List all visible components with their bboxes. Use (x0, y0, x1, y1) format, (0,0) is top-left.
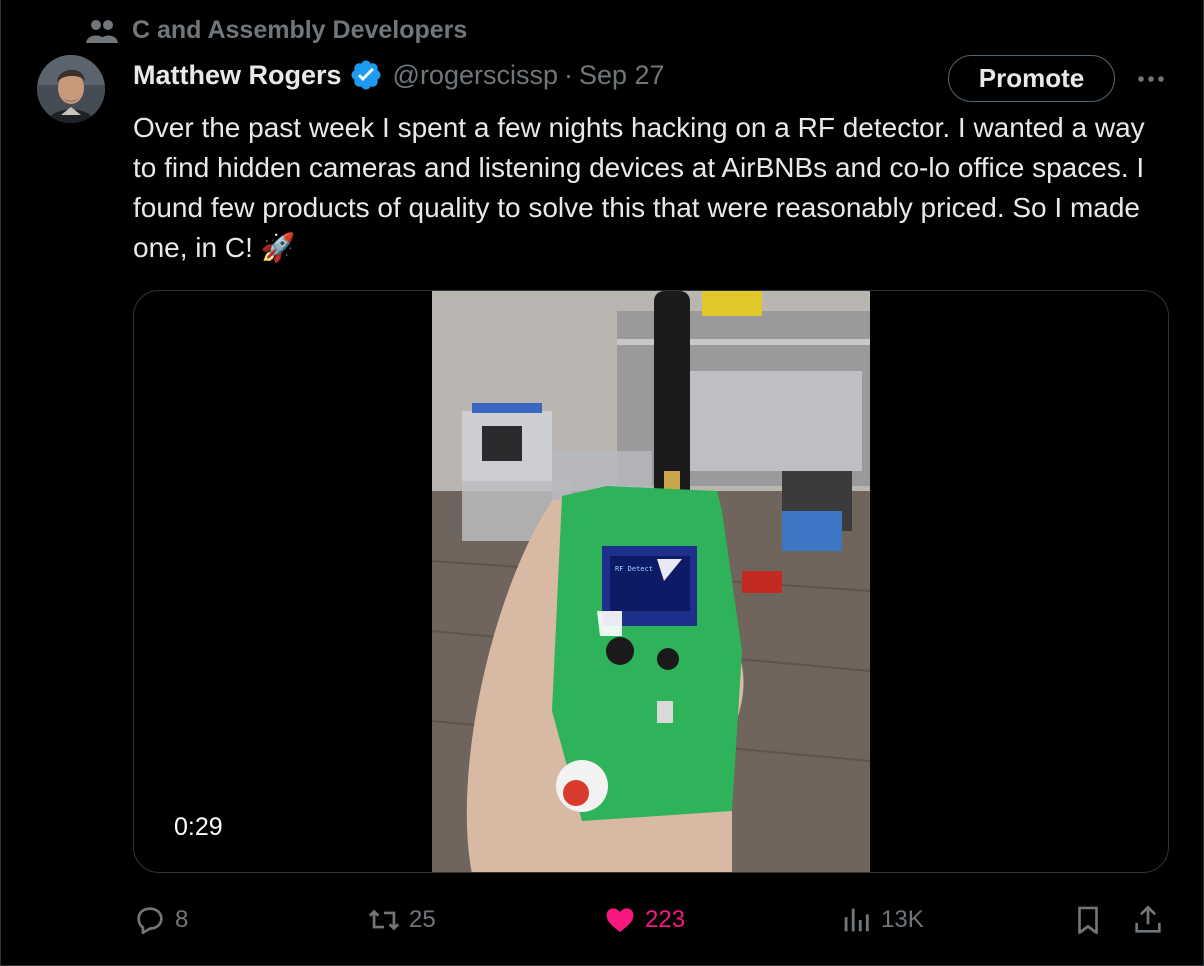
repost-count: 25 (409, 906, 436, 933)
heart-icon (606, 908, 634, 933)
video-thumbnail: RF Detect (432, 291, 870, 872)
frame-border-left (0, 0, 1, 966)
reply-count: 8 (175, 906, 189, 933)
avatar-portrait (37, 55, 105, 123)
video-frame[interactable]: RF Detect (432, 291, 870, 872)
tweet-date[interactable]: Sep 27 (579, 60, 665, 91)
more-options-button[interactable] (1134, 62, 1168, 96)
like-count: 223 (645, 906, 686, 933)
author-handle[interactable]: @rogerscissp (393, 60, 558, 91)
tweet-actions: 8 25 223 13K (133, 898, 1173, 942)
reply-button[interactable]: 8 (133, 898, 188, 942)
svg-text:RF Detect: RF Detect (615, 565, 653, 573)
tweet-text: Over the past week I spent a few nights … (133, 112, 1145, 263)
views-count: 13K (881, 906, 924, 933)
bookmark-icon (1078, 906, 1098, 935)
verified-badge-icon[interactable] (349, 58, 383, 92)
promote-button[interactable]: Promote (948, 55, 1115, 102)
bookmark-button[interactable] (1071, 898, 1105, 942)
share-button[interactable] (1131, 898, 1165, 942)
like-button[interactable]: 223 (603, 898, 685, 942)
share-icon (1135, 905, 1161, 933)
avatar[interactable] (37, 55, 105, 123)
video-player[interactable]: RF Detect 0:29 (133, 290, 1169, 873)
video-duration: 0:29 (174, 813, 223, 841)
tweet-header: Matthew Rogers @rogerscissp · Sep 27 (133, 56, 665, 94)
repost-button[interactable]: 25 (367, 898, 436, 942)
author-name[interactable]: Matthew Rogers (133, 60, 342, 91)
more-horizontal-icon (1138, 76, 1164, 82)
people-icon (86, 19, 118, 43)
reply-icon (137, 907, 163, 935)
header-separator: · (564, 59, 573, 90)
repost-icon (368, 909, 400, 931)
community-name: C and Assembly Developers (132, 16, 468, 44)
analytics-icon (844, 908, 869, 932)
community-label[interactable]: C and Assembly Developers (86, 16, 467, 45)
views-button[interactable]: 13K (839, 898, 924, 942)
